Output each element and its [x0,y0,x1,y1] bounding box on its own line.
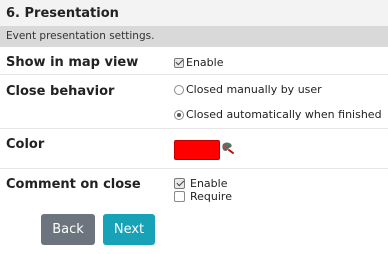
next-button[interactable]: Next [103,214,155,245]
close-automatically-radio[interactable] [174,109,184,120]
show-in-map-view-label: Show in map view [6,55,139,70]
comment-require-option[interactable]: Require [174,190,232,203]
close-behavior-option-auto[interactable]: Closed automatically when finished [174,108,382,121]
close-manually-label: Closed manually by user [186,83,322,96]
close-behavior-option-manual[interactable]: Closed manually by user [174,83,322,96]
comment-enable-checkbox[interactable] [174,178,185,189]
close-manually-radio[interactable] [174,84,184,95]
section-subtitle: Event presentation settings. [0,26,388,47]
section-title: 6. Presentation [0,0,388,26]
color-picker-icon[interactable] [221,141,234,154]
back-button[interactable]: Back [41,214,95,245]
presentation-settings-panel: 6. Presentation Event presentation setti… [0,0,388,254]
row-divider [0,128,388,129]
comment-require-checkbox[interactable] [174,191,185,202]
show-in-map-view-checkbox[interactable] [174,57,184,68]
color-swatch[interactable] [174,140,220,160]
show-in-map-view-option-label: Enable [186,56,224,69]
row-divider [0,74,388,75]
color-label: Color [6,137,45,152]
comment-enable-option[interactable]: Enable [174,177,227,190]
show-in-map-view-option[interactable]: Enable [174,56,223,69]
comment-require-label: Require [190,190,232,203]
close-behavior-label: Close behavior [6,84,115,99]
comment-enable-label: Enable [190,177,228,190]
comment-on-close-label: Comment on close [6,177,141,192]
close-automatically-label: Closed automatically when finished [186,108,382,121]
row-divider [0,168,388,169]
